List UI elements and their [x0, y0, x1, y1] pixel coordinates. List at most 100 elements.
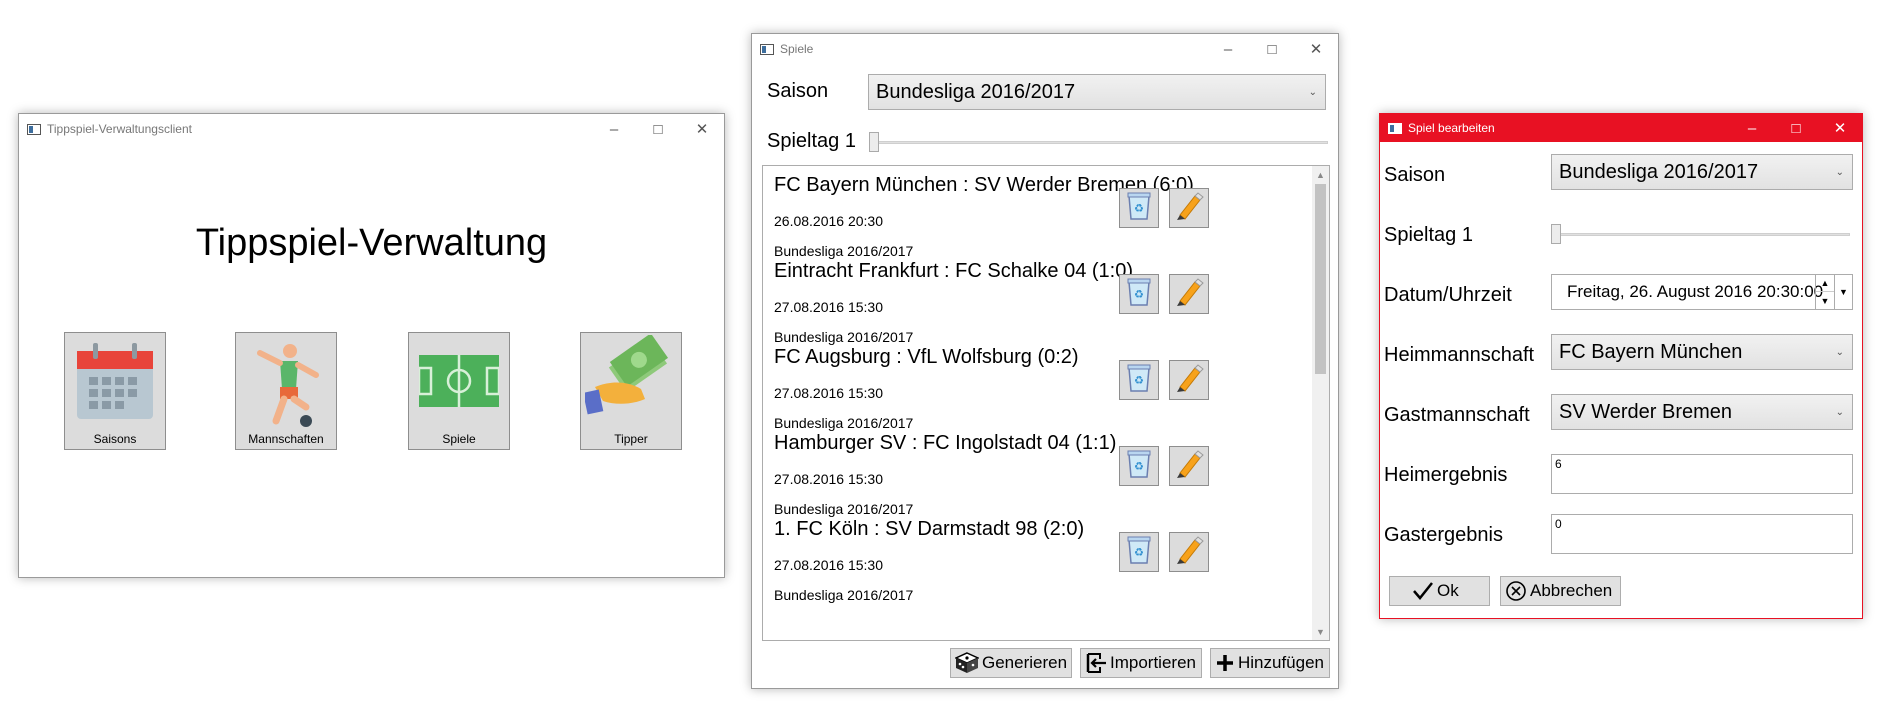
pencil-icon: [1174, 363, 1204, 398]
delete-button[interactable]: ♻: [1119, 188, 1159, 228]
cancel-button[interactable]: Abbrechen: [1500, 576, 1621, 606]
slider-thumb[interactable]: [869, 132, 879, 152]
game-title: FC Augsburg : VfL Wolfsburg (0:2): [774, 346, 1079, 368]
chevron-down-icon: ⌄: [1835, 167, 1844, 178]
home-team-select[interactable]: FC Bayern München ⌄: [1551, 334, 1853, 370]
slider-thumb[interactable]: [1551, 224, 1561, 244]
game-title: Eintracht Frankfurt : FC Schalke 04 (1:0…: [774, 260, 1134, 282]
soccer-player-icon: [257, 344, 319, 427]
spin-down-icon[interactable]: ▼: [1816, 292, 1834, 309]
delete-button[interactable]: ♻: [1119, 274, 1159, 314]
tipper-button[interactable]: Tipper: [580, 332, 682, 450]
edit-button[interactable]: [1169, 188, 1209, 228]
edit-button[interactable]: [1169, 446, 1209, 486]
checkmark-icon: [1412, 581, 1434, 601]
calendar-dropdown-icon[interactable]: ▼: [1834, 275, 1852, 309]
tile-label-tipper: Tipper: [614, 432, 648, 446]
generate-button-label: Generieren: [982, 653, 1068, 672]
slider-track: [1551, 233, 1850, 236]
plus-icon: [1215, 653, 1235, 673]
season-select-value: Bundesliga 2016/2017: [876, 80, 1076, 103]
games-window: Spiele – □ ✕ Saison Bundesliga 2016/2017…: [751, 33, 1339, 689]
generate-button[interactable]: Generieren: [950, 648, 1072, 678]
pencil-icon: [1174, 449, 1204, 484]
pencil-icon: [1174, 277, 1204, 312]
tile-label-mannschaften: Mannschaften: [248, 432, 324, 446]
datetime-picker[interactable]: Freitag, 26. August 2016 20:30:00 ▲ ▼ ▼: [1551, 274, 1853, 310]
maximize-icon[interactable]: □: [1774, 114, 1818, 142]
list-item[interactable]: 1. FC Köln : SV Darmstadt 98 (2:0) 27.08.…: [763, 514, 1313, 618]
matchday-slider[interactable]: [869, 132, 1328, 152]
datetime-spinner[interactable]: ▲ ▼: [1815, 275, 1834, 309]
season-select[interactable]: Bundesliga 2016/2017 ⌄: [868, 74, 1326, 110]
app-icon: [27, 123, 41, 135]
scrollbar-thumb[interactable]: [1315, 184, 1326, 374]
delete-button[interactable]: ♻: [1119, 360, 1159, 400]
spiele-button[interactable]: Spiele: [408, 332, 510, 450]
edit-season-value: Bundesliga 2016/2017: [1559, 160, 1759, 183]
game-datetime: 27.08.2016 15:30: [774, 471, 883, 487]
spin-up-icon[interactable]: ▲: [1816, 275, 1834, 292]
delete-button[interactable]: ♻: [1119, 446, 1159, 486]
edit-button[interactable]: [1169, 360, 1209, 400]
vertical-scrollbar[interactable]: ▲ ▼: [1312, 166, 1329, 640]
edit-season-label: Saison: [1384, 164, 1446, 186]
chevron-down-icon: ⌄: [1308, 87, 1317, 98]
recycle-bin-icon: ♻: [1126, 277, 1152, 312]
app-icon: [760, 43, 774, 55]
chevron-down-icon: ⌄: [1835, 347, 1844, 358]
minimize-icon[interactable]: –: [1730, 114, 1774, 142]
mannschaften-button[interactable]: Mannschaften: [235, 332, 337, 450]
away-result-input[interactable]: 0: [1551, 514, 1853, 554]
import-button[interactable]: Importieren: [1080, 648, 1202, 678]
games-list[interactable]: FC Bayern München : SV Werder Bremen (6:…: [762, 165, 1330, 641]
scroll-down-icon[interactable]: ▼: [1312, 623, 1329, 640]
money-hand-icon: [585, 335, 669, 415]
close-icon[interactable]: ✕: [1818, 114, 1862, 142]
game-season: Bundesliga 2016/2017: [774, 587, 914, 603]
game-datetime: 26.08.2016 20:30: [774, 213, 883, 229]
home-result-label: Heimergebnis: [1384, 464, 1508, 486]
import-icon: [1085, 652, 1107, 674]
edit-window: Spiel bearbeiten – □ ✕ Saison Bundesliga…: [1379, 113, 1863, 619]
tile-label-saisons: Saisons: [93, 432, 137, 446]
cancel-button-label: Abbrechen: [1530, 581, 1613, 600]
close-icon[interactable]: ✕: [680, 114, 724, 144]
pencil-icon: [1174, 191, 1204, 226]
game-title: 1. FC Köln : SV Darmstadt 98 (2:0): [774, 518, 1085, 540]
datetime-value: Freitag, 26. August 2016 20:30:00: [1567, 282, 1824, 301]
edit-matchday-label: Spieltag 1: [1384, 224, 1473, 246]
game-datetime: 27.08.2016 15:30: [774, 557, 883, 573]
datetime-label: Datum/Uhrzeit: [1384, 284, 1512, 306]
soccer-field-icon: [419, 355, 499, 407]
edit-button[interactable]: [1169, 532, 1209, 572]
away-team-value: SV Werder Bremen: [1559, 400, 1733, 423]
away-team-select[interactable]: SV Werder Bremen ⌄: [1551, 394, 1853, 430]
delete-button[interactable]: ♻: [1119, 532, 1159, 572]
home-result-input[interactable]: 6: [1551, 454, 1853, 494]
matchday-label: Spieltag 1: [767, 130, 856, 152]
edit-window-title: Spiel bearbeiten: [1408, 121, 1495, 135]
scroll-up-icon[interactable]: ▲: [1312, 166, 1329, 183]
edit-button[interactable]: [1169, 274, 1209, 314]
minimize-icon[interactable]: –: [592, 114, 636, 144]
minimize-icon[interactable]: –: [1206, 34, 1250, 64]
cancel-icon: [1505, 580, 1527, 602]
home-team-label: Heimmannschaft: [1384, 344, 1535, 366]
add-button[interactable]: Hinzufügen: [1210, 648, 1330, 678]
calendar-icon: [77, 343, 153, 419]
maximize-icon[interactable]: □: [1250, 34, 1294, 64]
edit-matchday-slider[interactable]: [1551, 224, 1850, 244]
saisons-button[interactable]: Saisons: [64, 332, 166, 450]
ok-button[interactable]: Ok: [1389, 576, 1490, 606]
close-icon[interactable]: ✕: [1294, 34, 1338, 64]
game-title: Hamburger SV : FC Ingolstadt 04 (1:1): [774, 432, 1117, 454]
add-button-label: Hinzufügen: [1238, 653, 1325, 672]
games-window-title: Spiele: [780, 42, 814, 56]
recycle-bin-icon: ♻: [1126, 363, 1152, 398]
edit-season-select[interactable]: Bundesliga 2016/2017 ⌄: [1551, 154, 1853, 190]
maximize-icon[interactable]: □: [636, 114, 680, 144]
svg-text:♻: ♻: [1134, 546, 1144, 559]
dice-icon: [955, 652, 979, 674]
app-icon: [1388, 122, 1402, 134]
